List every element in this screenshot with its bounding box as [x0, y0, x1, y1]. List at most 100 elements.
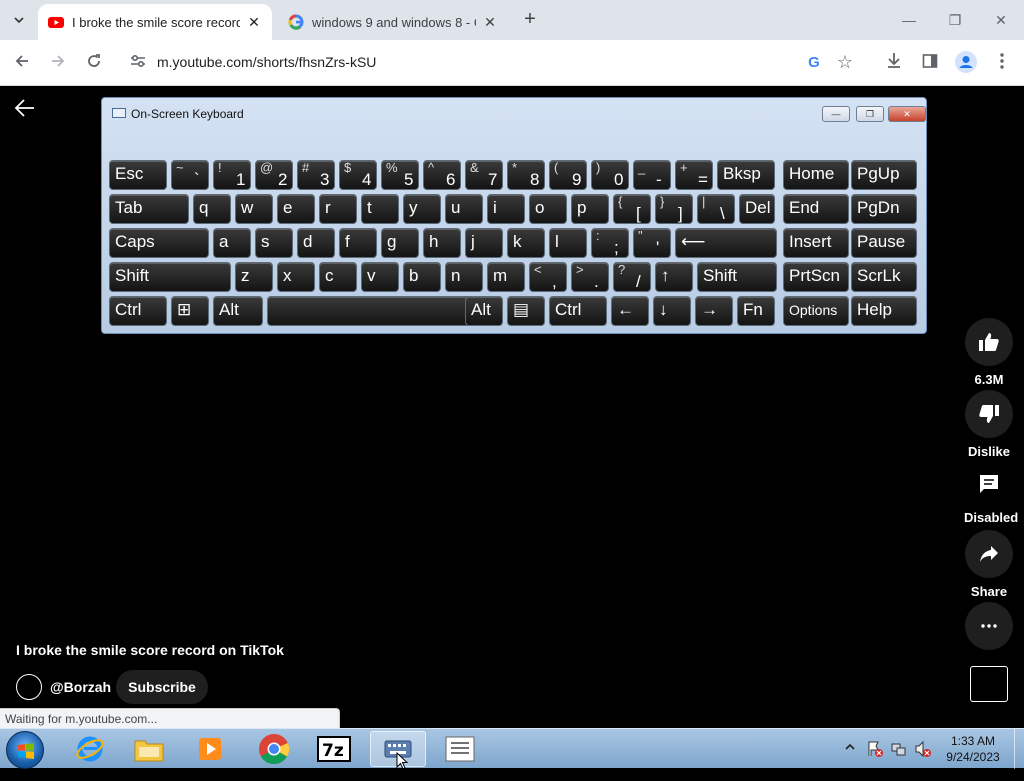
key-k[interactable]: k [507, 228, 545, 258]
key-2[interactable]: @2 [255, 160, 293, 190]
key-\[interactable]: | \ [697, 194, 735, 224]
key-b[interactable]: b [403, 262, 441, 292]
key-t[interactable]: t [361, 194, 399, 224]
key-u[interactable]: u [445, 194, 483, 224]
key-j[interactable]: j [465, 228, 503, 258]
chrome-button[interactable] [246, 731, 302, 767]
key-insert[interactable]: Insert [783, 228, 849, 258]
osk-minimize-button[interactable]: — [822, 106, 850, 122]
tab-search-button[interactable] [6, 8, 32, 32]
key-8[interactable]: * 8 [507, 160, 545, 190]
sound-thumbnail[interactable] [970, 666, 1008, 702]
key-4[interactable]: $4 [339, 160, 377, 190]
key-shift[interactable]: Shift [697, 262, 777, 292]
key-e[interactable]: e [277, 194, 315, 224]
key-l[interactable]: l [549, 228, 587, 258]
profile-button[interactable] [954, 51, 978, 75]
key-][interactable]: }] [655, 194, 693, 224]
close-tab-icon[interactable]: ✕ [246, 14, 262, 30]
key-pause[interactable]: Pause [851, 228, 917, 258]
key-←[interactable]: ← [611, 296, 649, 326]
key-,[interactable]: <, [529, 262, 567, 292]
key-end[interactable]: End [783, 194, 849, 224]
key-n[interactable]: n [445, 262, 483, 292]
key-5[interactable]: % 5 [381, 160, 419, 190]
key-scrlk[interactable]: ScrLk [851, 262, 917, 292]
close-tab-icon[interactable]: ✕ [482, 14, 498, 30]
channel-avatar[interactable] [16, 674, 42, 700]
key-.[interactable]: >. [571, 262, 609, 292]
new-tab-button[interactable]: + [518, 8, 542, 32]
osk-maximize-button[interactable]: ❐ [856, 106, 884, 122]
media-player-button[interactable] [182, 731, 238, 767]
key-c[interactable]: c [319, 262, 357, 292]
key-w[interactable]: w [235, 194, 273, 224]
key-home[interactable]: Home [783, 160, 849, 190]
key-a[interactable]: a [213, 228, 251, 258]
key-/[interactable]: ? / [613, 262, 651, 292]
key-caps[interactable]: Caps [109, 228, 209, 258]
key-del[interactable]: Del [739, 194, 775, 224]
key-m[interactable]: m [487, 262, 525, 292]
key-f[interactable]: f [339, 228, 377, 258]
side-panel-button[interactable] [918, 51, 942, 75]
back-arrow-icon[interactable] [14, 98, 38, 122]
key-↓[interactable]: ↓ [653, 296, 691, 326]
7zip-button[interactable]: 7z [306, 731, 362, 767]
key-ctrl[interactable]: Ctrl [549, 296, 607, 326]
share-action[interactable]: Share [964, 530, 1014, 599]
comment-icon[interactable] [965, 464, 1013, 504]
tab-youtube[interactable]: I broke the smile score record ✕ [38, 4, 272, 40]
key-[[interactable]: {[ [613, 194, 651, 224]
subscribe-button[interactable]: Subscribe [116, 670, 208, 704]
key-ctrl[interactable]: Ctrl [109, 296, 167, 326]
key-3[interactable]: #3 [297, 160, 335, 190]
key-pgdn[interactable]: PgDn [851, 194, 917, 224]
action-center-icon[interactable] [866, 740, 884, 780]
key-o[interactable]: o [529, 194, 567, 224]
key-⊞[interactable]: ⊞ [171, 296, 209, 326]
key-esc[interactable]: Esc [109, 160, 167, 190]
key-pgup[interactable]: PgUp [851, 160, 917, 190]
key-d[interactable]: d [297, 228, 335, 258]
key-g[interactable]: g [381, 228, 419, 258]
key-options[interactable]: Options [783, 296, 849, 326]
key-i[interactable]: i [487, 194, 525, 224]
file-explorer-button[interactable] [121, 731, 177, 767]
osk-close-button[interactable]: ✕ [888, 106, 926, 122]
key-⟵[interactable]: ⟵ [675, 228, 777, 258]
tab-google[interactable]: windows 9 and windows 8 - G ✕ [278, 4, 508, 40]
key-q[interactable]: q [193, 194, 231, 224]
key-7[interactable]: & 7 [465, 160, 503, 190]
key-9[interactable]: (9 [549, 160, 587, 190]
volume-muted-icon[interactable] [914, 740, 932, 780]
share-icon[interactable] [965, 530, 1013, 578]
key-=[interactable]: + = [675, 160, 713, 190]
bookmark-star-icon[interactable]: ☆ [834, 51, 856, 73]
google-lens-icon[interactable]: G [804, 53, 824, 73]
key-shift[interactable]: Shift [109, 262, 231, 292]
key-y[interactable]: y [403, 194, 441, 224]
forward-button[interactable] [46, 51, 70, 75]
key-`[interactable]: ~ ` [171, 160, 209, 190]
task-list-button[interactable] [432, 731, 488, 767]
start-button[interactable] [6, 731, 44, 769]
network-icon[interactable] [890, 740, 908, 780]
key-h[interactable]: h [423, 228, 461, 258]
key-prtscn[interactable]: PrtScn [783, 262, 849, 292]
key-tab[interactable]: Tab [109, 194, 189, 224]
download-button[interactable] [882, 51, 906, 75]
key-z[interactable]: z [235, 262, 273, 292]
comments-action[interactable]: Disabled [964, 464, 1018, 525]
url-text[interactable]: m.youtube.com/shorts/fhsnZrs-kSU [157, 54, 376, 70]
key-'[interactable]: " ' [633, 228, 671, 258]
key-s[interactable]: s [255, 228, 293, 258]
key-x[interactable]: x [277, 262, 315, 292]
dislike-action[interactable]: Dislike [964, 390, 1014, 459]
like-action[interactable]: 6.3M [964, 318, 1014, 387]
key--[interactable]: _ - [633, 160, 671, 190]
restore-button[interactable]: ❐ [940, 8, 970, 32]
key-v[interactable]: v [361, 262, 399, 292]
thumbs-down-icon[interactable] [965, 390, 1013, 438]
more-action[interactable] [964, 602, 1014, 650]
